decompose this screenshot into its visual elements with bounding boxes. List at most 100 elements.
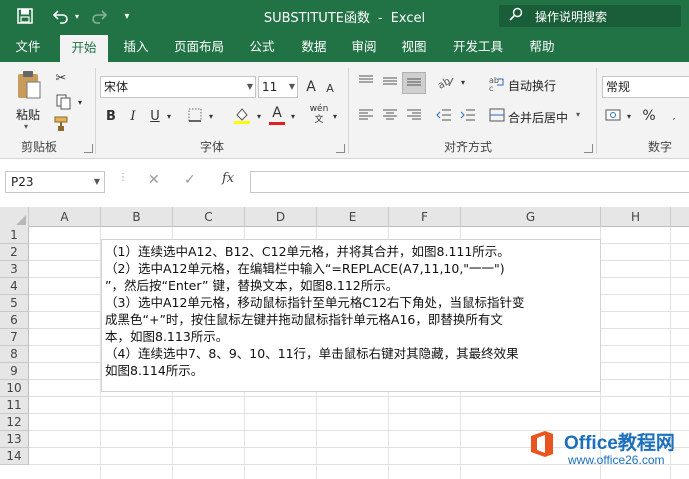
tab-file[interactable]: 文件 <box>4 32 52 62</box>
orientation-icon[interactable]: ab <box>436 74 456 96</box>
column-header-g[interactable]: G <box>461 207 601 227</box>
row-header-5[interactable]: 5 <box>0 295 29 312</box>
row-header-13[interactable]: 13 <box>0 431 29 448</box>
undo-dropdown-icon[interactable]: ▾ <box>72 0 82 32</box>
tab-review[interactable]: 审阅 <box>342 32 386 62</box>
merge-center-icon <box>488 107 506 129</box>
font-color-swatch <box>269 122 285 125</box>
border-dropdown-icon[interactable]: ▾ <box>206 108 216 126</box>
tab-data[interactable]: 数据 <box>292 32 336 62</box>
border-icon[interactable] <box>186 108 204 128</box>
row-header-8[interactable]: 8 <box>0 346 29 363</box>
accounting-format-icon[interactable] <box>604 108 622 128</box>
font-color-dropdown-icon[interactable]: ▾ <box>288 108 298 126</box>
copy-dropdown-icon[interactable]: ▾ <box>76 94 84 112</box>
row-header-7[interactable]: 7 <box>0 329 29 346</box>
row-header-14[interactable]: 14 <box>0 448 29 465</box>
merged-cell-line: ”，然后按“Enter” 键，替换文本，如图8.112所示。 <box>105 278 399 293</box>
watermark-title: Office教程网 <box>564 433 675 454</box>
comma-style-icon[interactable]: , <box>664 108 684 126</box>
alignment-launcher-icon[interactable] <box>584 144 593 153</box>
format-painter-icon[interactable] <box>52 116 70 138</box>
underline-button[interactable]: U <box>148 108 162 126</box>
font-color-icon[interactable]: A <box>268 104 286 125</box>
percent-style-button[interactable]: % <box>640 107 658 125</box>
tab-help[interactable]: 帮助 <box>520 32 564 62</box>
increase-indent-icon[interactable] <box>458 108 478 128</box>
align-center-icon[interactable] <box>380 108 400 128</box>
number-format-select[interactable]: 常规 <box>602 76 689 98</box>
row-header-1[interactable]: 1 <box>0 227 29 244</box>
customize-qat-icon[interactable]: ▾ <box>120 0 134 32</box>
font-name-value: 宋体 <box>104 80 129 94</box>
grow-font-icon[interactable]: A <box>302 78 320 96</box>
fill-color-icon[interactable] <box>232 106 252 130</box>
paste-label: 粘贴 <box>16 108 41 122</box>
phonetic-guide-icon[interactable]: wén 文 <box>308 104 330 126</box>
align-right-icon[interactable] <box>404 108 424 128</box>
tell-me-search[interactable]: 操作说明搜索 <box>499 5 681 27</box>
name-box[interactable]: P23 ▼ <box>5 171 105 193</box>
fill-color-dropdown-icon[interactable]: ▾ <box>254 108 264 126</box>
column-header-e[interactable]: E <box>317 207 389 227</box>
font-name-select[interactable]: 宋体 ▼ <box>100 76 256 98</box>
row-header-2[interactable]: 2 <box>0 244 29 261</box>
decrease-indent-icon[interactable] <box>434 108 454 128</box>
merged-cell-line: （1）连续选中A12、B12、C12单元格，并将其合并，如图8.111所示。 <box>105 244 510 259</box>
column-header-bar: A B C D E F G H <box>0 207 689 227</box>
paste-button[interactable]: 粘贴 ▾ <box>8 68 48 132</box>
merged-cell-b2-g9[interactable]: （1）连续选中A12、B12、C12单元格，并将其合并，如图8.111所示。 （… <box>101 239 601 392</box>
italic-button[interactable]: I <box>126 108 140 126</box>
align-top-icon[interactable] <box>356 74 376 94</box>
tab-formulas[interactable]: 公式 <box>240 32 284 62</box>
underline-dropdown-icon[interactable]: ▾ <box>164 108 174 126</box>
copy-icon[interactable] <box>52 94 76 116</box>
align-middle-icon[interactable] <box>380 74 400 94</box>
tab-developer[interactable]: 开发工具 <box>444 32 512 62</box>
undo-icon[interactable] <box>48 0 74 32</box>
merged-cell-line: （4）连续选中7、8、9、10、11行，单击鼠标右键对其隐藏，其最终效果 <box>105 346 519 361</box>
column-header-d[interactable]: D <box>245 207 317 227</box>
column-header-a[interactable]: A <box>29 207 101 227</box>
font-launcher-icon[interactable] <box>336 144 345 153</box>
merge-center-button[interactable]: 合并后居中 ▾ <box>488 106 588 128</box>
row-header-12[interactable]: 12 <box>0 414 29 431</box>
bold-button[interactable]: B <box>104 108 118 126</box>
row-header-3[interactable]: 3 <box>0 261 29 278</box>
redo-icon[interactable] <box>88 0 110 32</box>
tab-insert[interactable]: 插入 <box>112 32 160 62</box>
row-header-4[interactable]: 4 <box>0 278 29 295</box>
align-bottom-icon[interactable] <box>402 72 426 94</box>
align-left-icon[interactable] <box>356 108 376 128</box>
paste-dropdown-icon: ▾ <box>24 122 29 131</box>
shrink-font-icon[interactable]: A <box>322 80 338 98</box>
cancel-entry-icon[interactable]: ✕ <box>148 172 160 188</box>
row-header-6[interactable]: 6 <box>0 312 29 329</box>
cut-icon[interactable]: ✂ <box>52 70 70 88</box>
column-header-f[interactable]: F <box>389 207 461 227</box>
font-size-select[interactable]: 11 ▼ <box>258 76 298 98</box>
shrink-font-glyph: A <box>326 82 334 95</box>
clipboard-launcher-icon[interactable] <box>84 144 93 153</box>
wrap-text-button[interactable]: ab c 自动换行 <box>488 74 588 96</box>
select-all-button[interactable] <box>0 207 29 227</box>
tab-page-layout[interactable]: 页面布局 <box>166 32 232 62</box>
confirm-entry-icon[interactable]: ✓ <box>184 172 196 188</box>
tab-home[interactable]: 开始 <box>60 35 108 62</box>
column-header-b[interactable]: B <box>101 207 173 227</box>
workbook-name: SUBSTITUTE函数 <box>263 11 370 26</box>
row-header-11[interactable]: 11 <box>0 397 29 414</box>
column-header-c[interactable]: C <box>173 207 245 227</box>
orientation-dropdown-icon[interactable]: ▾ <box>458 74 468 92</box>
row-header-10[interactable]: 10 <box>0 380 29 397</box>
group-label-alignment: 对齐方式 <box>443 140 492 154</box>
phonetic-dropdown-icon[interactable]: ▾ <box>330 108 340 126</box>
watermark: Office教程网 www.office26.com <box>524 426 689 479</box>
formula-input[interactable] <box>250 171 689 193</box>
tab-view[interactable]: 视图 <box>392 32 436 62</box>
accounting-dropdown-icon[interactable]: ▾ <box>624 108 634 126</box>
column-header-h[interactable]: H <box>601 207 671 227</box>
row-header-9[interactable]: 9 <box>0 363 29 380</box>
insert-function-icon[interactable]: fx <box>222 171 234 186</box>
save-icon[interactable] <box>14 0 36 32</box>
